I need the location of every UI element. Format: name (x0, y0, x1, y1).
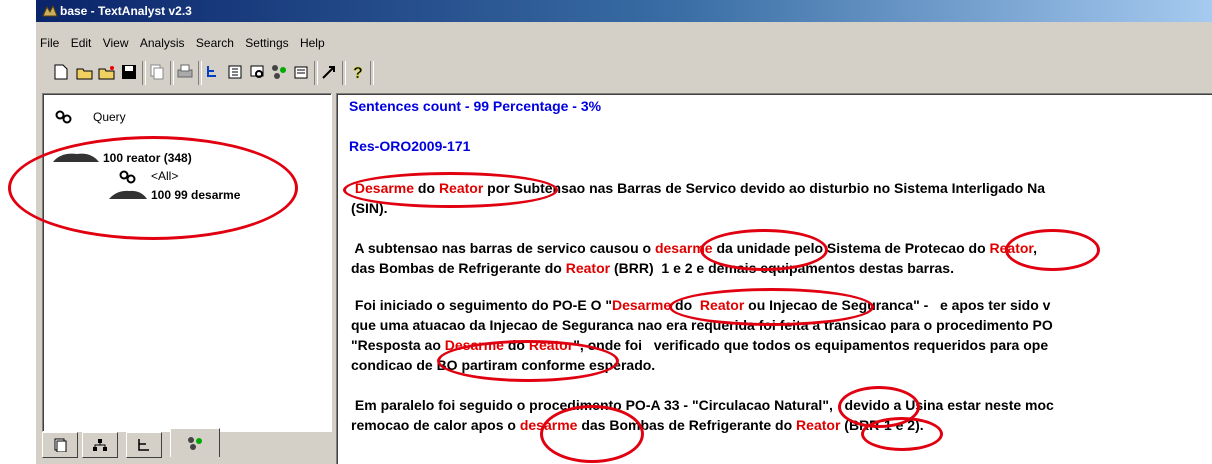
menu-bar: File Edit View Analysis Search Settings … (36, 33, 1212, 53)
svg-text:?: ? (353, 65, 363, 80)
help-icon[interactable]: ? (348, 63, 366, 81)
new-icon[interactable] (52, 63, 70, 81)
text-segment: do (503, 337, 529, 353)
highlighted-term: Reator (796, 417, 841, 433)
text-line: Desarme do Reator por Subtensao nas Barr… (351, 178, 1045, 198)
tree-root-node[interactable]: 100 reator (348) (103, 151, 192, 165)
highlighted-term: Reator (438, 180, 484, 196)
highlighted-term: Desarme (611, 297, 672, 313)
query-icon (55, 110, 72, 124)
highlighted-term: Reator (565, 260, 611, 276)
menu-analysis[interactable]: Analysis (136, 36, 189, 50)
menu-file[interactable]: File (36, 36, 63, 50)
app-icon (42, 4, 58, 17)
text-line: (SIN). (351, 198, 1045, 218)
open-icon[interactable] (76, 63, 94, 81)
text-line: que uma atuacao da Injecao de Seguranca … (351, 315, 1053, 335)
text-segment: do (414, 180, 439, 196)
tree-panel: Query 100 reator (348) <All> 100 99 desa… (42, 93, 332, 432)
tree-view-icon (138, 439, 149, 451)
index-icon[interactable] (226, 63, 244, 81)
text-segment: "Resposta ao (351, 337, 445, 353)
print-icon[interactable] (176, 63, 194, 81)
text-segment: remocao de calor apos o (351, 417, 520, 433)
text-segment: (BRR) 1 e 2 e demais equipamentos destas… (610, 260, 954, 276)
text-segment: ou Injecao de Seguranca" - e apos ter si… (744, 297, 1051, 313)
text-line: remocao de calor apos o desarme das Bomb… (351, 415, 1054, 435)
export-icon[interactable] (292, 63, 310, 81)
child-node-icon (109, 190, 147, 199)
tab-semantic-active[interactable] (170, 428, 220, 457)
panel-tabs (42, 428, 332, 464)
semantic-tab-icon (188, 437, 202, 450)
tree-child-node[interactable]: 100 99 desarme (151, 188, 240, 202)
text-segment: das Bombas de Refrigerante do (577, 417, 797, 433)
text-segment: condicao de BO partiram conforme esperad… (351, 357, 656, 373)
network-icon (93, 439, 107, 451)
highlighted-term: Reator (528, 337, 574, 353)
search-text-icon[interactable] (248, 63, 266, 81)
paragraph-4: Em paralelo foi seguido o procedimento P… (351, 395, 1054, 435)
text-line: condicao de BO partiram conforme esperad… (351, 355, 1053, 375)
menu-view[interactable]: View (99, 36, 133, 50)
document-icon (54, 438, 67, 452)
text-line: Em paralelo foi seguido o procedimento P… (351, 395, 1054, 415)
text-segment: (BRR-1 e 2). (840, 417, 924, 433)
text-line: Foi iniciado o seguimento do PO-E O "Des… (351, 295, 1053, 315)
paragraph-2: A subtensao nas barras de servico causou… (351, 238, 1041, 278)
paragraph-3: Foi iniciado o seguimento do PO-E O "Des… (351, 295, 1053, 375)
menu-edit[interactable]: Edit (67, 36, 96, 50)
text-segment: que uma atuacao da Injecao de Seguranca … (351, 317, 1053, 333)
text-segment: ", onde foi verificado que todos os equi… (573, 337, 1049, 353)
highlighted-term: Reator (989, 240, 1034, 256)
text-segment: , (1033, 240, 1041, 256)
text-segment: do (671, 297, 700, 313)
title-bar: base - TextAnalyst v2.3 (36, 0, 1212, 22)
text-line: das Bombas de Refrigerante do Reator (BR… (351, 258, 1041, 278)
open-special-icon[interactable] (98, 63, 116, 81)
cursor-icon[interactable] (320, 63, 338, 81)
text-segment: da unidade pelo Sistema de Protecao do (712, 240, 990, 256)
save-icon[interactable] (120, 63, 138, 81)
root-node-icon (53, 153, 99, 162)
text-segment: por Subtensao nas Barras de Servico devi… (483, 180, 1045, 196)
menu-help[interactable]: Help (296, 36, 329, 50)
tree-query-label[interactable]: Query (93, 110, 126, 124)
text-segment: Foi iniciado o seguimento do PO-E O " (351, 297, 612, 313)
semantic-net-icon[interactable] (270, 63, 288, 81)
paragraph-1: Desarme do Reator por Subtensao nas Barr… (351, 178, 1045, 218)
window-title: base - TextAnalyst v2.3 (60, 4, 192, 18)
text-line: "Resposta ao Desarme do Reator", onde fo… (351, 335, 1053, 355)
app-window: base - TextAnalyst v2.3 File Edit View A… (36, 0, 1212, 464)
highlighted-term: Desarme (444, 337, 504, 353)
tree-all-node[interactable]: <All> (151, 169, 178, 183)
sentence-stats: Sentences count - 99 Percentage - 3% (349, 98, 602, 114)
text-line: A subtensao nas barras de servico causou… (351, 238, 1041, 258)
text-segment: Em paralelo foi seguido o procedimento P… (351, 397, 1054, 413)
tab-document[interactable] (42, 432, 78, 458)
menu-settings[interactable]: Settings (241, 36, 292, 50)
text-segment: das Bombas de Refrigerante do (351, 260, 566, 276)
highlighted-term: desarme (519, 417, 578, 433)
text-segment: (SIN). (351, 200, 388, 216)
tree-icon[interactable] (204, 63, 222, 81)
tab-tree[interactable] (126, 432, 162, 458)
toolbar: ? (36, 55, 1212, 91)
text-view: Sentences count - 99 Percentage - 3% Res… (336, 93, 1212, 464)
document-id: Res-ORO2009-171 (349, 138, 471, 154)
highlighted-term: Desarme (354, 180, 415, 196)
text-segment: A subtensao nas barras de servico causou… (351, 240, 655, 256)
copy-icon[interactable] (148, 63, 166, 81)
tab-network[interactable] (82, 432, 118, 458)
highlighted-term: desarme (654, 240, 713, 256)
highlighted-term: Reator (699, 297, 745, 313)
menu-search[interactable]: Search (192, 36, 238, 50)
all-icon (119, 170, 136, 184)
